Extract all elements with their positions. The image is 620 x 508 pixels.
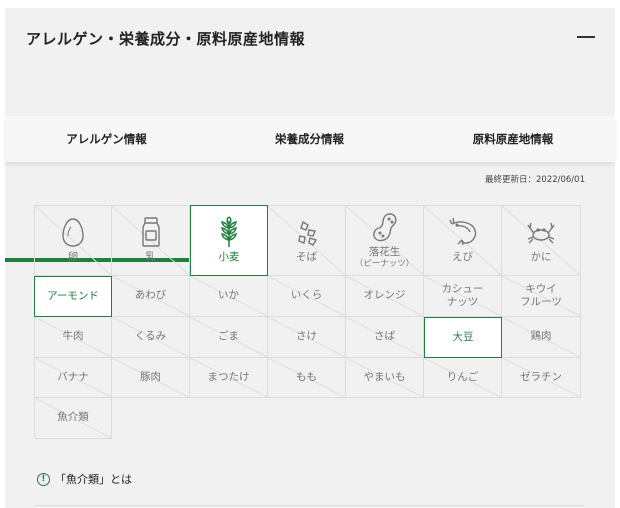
allergen-label: あわび [134,289,167,302]
allergen-cell: やまいも [346,358,424,398]
milk-icon [136,216,166,248]
allergen-grid: 卵 乳 小麦 そば 落花生 （ピーナッツ） えび かにアーモンド あわび いか いくら オレンジ カシュ… [34,205,581,439]
allergen-label: さば [374,330,395,343]
allergen-label: 鶏肉 [530,330,552,343]
allergen-cell: 豚肉 [112,358,190,398]
allergen-cell: 卵 [34,205,112,276]
shrimp-icon [448,216,478,248]
seafood-note-link[interactable]: ! 「魚介類」とは [37,471,132,487]
allergen-label: えび [452,251,473,264]
allergen-label: 乳 [145,251,156,264]
allergen-label: いか [218,289,239,302]
info-icon: ! [37,472,50,486]
allergen-label: キウイ フルーツ [520,282,562,308]
tab-nutrition[interactable]: 栄養成分情報 [208,116,411,162]
allergen-cell: さけ [268,317,346,358]
allergen-cell: 大豆 [424,317,502,358]
allergen-label: オレンジ [363,289,406,302]
allergen-label: ごま [218,330,239,343]
allergen-label: いくら [290,289,323,302]
allergen-cell: 牛肉 [34,317,112,358]
allergen-label: やまいも [363,370,406,383]
tab-bar: アレルゲン情報 栄養成分情報 原料原産地情報 [5,116,615,262]
allergen-cell: 乳 [112,205,190,276]
allergen-cell: くるみ [112,317,190,358]
allergen-panel: アレルゲン・栄養成分・原料原産地情報 アレルゲン情報 栄養成分情報 原料原産地情… [5,8,615,508]
allergen-cell: ゼラチン [502,358,581,398]
tab-origin[interactable]: 原料原産地情報 [411,116,615,162]
allergen-cell: まつたけ [190,358,268,398]
allergen-label: バナナ [57,370,89,383]
allergen-cell: いか [190,276,268,317]
allergen-label: かに [530,251,552,264]
panel-title: アレルゲン・栄養成分・原料原産地情報 [26,30,306,48]
allergen-cell: オレンジ [346,276,424,317]
allergen-cell: 落花生 （ピーナッツ） [346,205,424,276]
allergen-label: もも [296,370,317,383]
wheat-icon [214,216,244,248]
last-updated: 最終更新日：2022/06/01 [485,175,585,185]
allergen-label: さけ [296,330,317,343]
allergen-cell: 魚介類 [34,398,112,439]
allergen-label: 落花生 [368,246,401,259]
seafood-note-label: 「魚介類」とは [55,473,132,486]
allergen-cell: カシュー ナッツ [424,276,502,317]
allergen-label: カシュー ナッツ [441,282,484,308]
crab-icon [526,216,556,248]
allergen-cell: 鶏肉 [502,317,581,358]
allergen-label: ゼラチン [520,370,562,383]
allergen-label: 大豆 [452,330,474,343]
allergen-cell: 小麦 [190,205,268,276]
allergen-label: 卵 [67,251,79,264]
allergen-cell: バナナ [34,358,112,398]
allergen-cell: そば [268,205,346,276]
collapse-button[interactable] [577,36,595,38]
allergen-cell: ごま [190,317,268,358]
allergen-label: アーモンド [47,289,99,302]
allergen-label: くるみ [134,330,167,343]
allergen-cell: りんご [424,358,502,398]
allergen-label: 魚介類 [57,411,89,424]
allergen-label: そば [296,251,317,264]
tab-allergen[interactable]: アレルゲン情報 [5,116,208,162]
allergen-label: 牛肉 [62,330,84,343]
allergen-cell: えび [424,205,502,276]
peanut-icon [370,211,400,243]
allergen-label: りんご [446,370,479,383]
divider [34,505,584,506]
allergen-label: まつたけ [207,370,250,383]
allergen-label: 豚肉 [140,370,161,383]
allergen-cell: もも [268,358,346,398]
egg-icon [58,216,88,248]
allergen-cell: あわび [112,276,190,317]
allergen-cell: アーモンド [34,276,112,317]
buckwheat-icon [292,216,322,248]
allergen-label: 小麦 [218,251,240,264]
allergen-cell: かに [502,205,581,276]
allergen-cell: いくら [268,276,346,317]
allergen-cell: さば [346,317,424,358]
allergen-sublabel: （ピーナッツ） [354,259,415,270]
allergen-cell: キウイ フルーツ [502,276,581,317]
